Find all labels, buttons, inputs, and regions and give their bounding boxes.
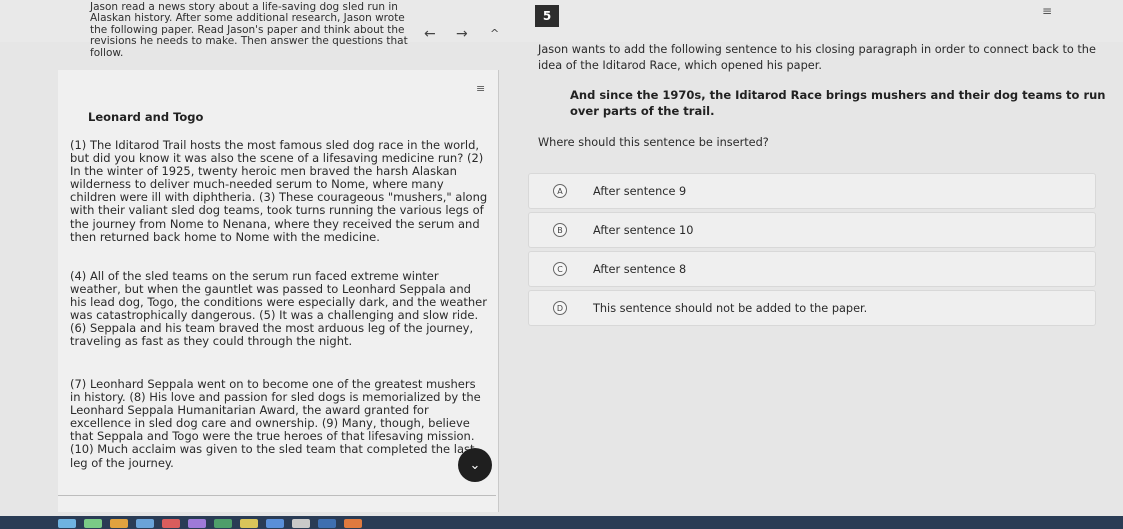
- app-icon[interactable]: [136, 519, 154, 528]
- option-letter-a: A: [553, 184, 567, 198]
- option-letter-d: D: [553, 301, 567, 315]
- answer-option-b[interactable]: B After sentence 10: [528, 212, 1096, 248]
- answer-option-c[interactable]: C After sentence 8: [528, 251, 1096, 287]
- app-icon[interactable]: [188, 519, 206, 528]
- option-text-d: This sentence should not be added to the…: [593, 301, 868, 315]
- passage-panel: ≡ Leonard and Togo (1) The Iditarod Trai…: [58, 70, 499, 512]
- option-text-c: After sentence 8: [593, 262, 687, 276]
- scroll-down-button[interactable]: ⌄: [458, 448, 492, 482]
- question-panel: Jason wants to add the following sentenc…: [520, 40, 1120, 352]
- app-icon[interactable]: [162, 519, 180, 528]
- app-icon[interactable]: [110, 519, 128, 528]
- forward-arrow-icon[interactable]: →: [456, 26, 468, 42]
- collapse-icon[interactable]: ^: [490, 27, 499, 40]
- app-icon[interactable]: [344, 519, 362, 528]
- taskbar-dock: [0, 516, 1123, 529]
- divider: [58, 495, 496, 496]
- app-icon[interactable]: [240, 519, 258, 528]
- passage-title: Leonard and Togo: [88, 110, 204, 124]
- passage-introduction: Jason read a news story about a life-sav…: [90, 1, 408, 59]
- test-screen: Jason read a news story about a life-sav…: [0, 0, 1123, 529]
- passage-paragraph-1: (1) The Iditarod Trail hosts the most fa…: [70, 138, 488, 244]
- app-icon[interactable]: [214, 519, 232, 528]
- option-text-b: After sentence 10: [593, 223, 694, 237]
- question-prompt: Jason wants to add the following sentenc…: [538, 43, 1096, 72]
- sentence-to-insert: And since the 1970s, the Iditarod Race b…: [570, 88, 1106, 118]
- back-arrow-icon[interactable]: ←: [424, 26, 436, 42]
- app-icon[interactable]: [292, 519, 310, 528]
- app-icon[interactable]: [84, 519, 102, 528]
- option-letter-c: C: [553, 262, 567, 276]
- top-bar: Jason read a news story about a life-sav…: [0, 0, 1123, 58]
- passage-paragraph-2: (4) All of the sled teams on the serum r…: [70, 269, 487, 349]
- menu-icon[interactable]: ≡: [1042, 4, 1052, 18]
- app-icon[interactable]: [318, 519, 336, 528]
- option-letter-b: B: [553, 223, 567, 237]
- option-text-a: After sentence 9: [593, 184, 687, 198]
- answer-option-a[interactable]: A After sentence 9: [528, 173, 1096, 209]
- question-ask: Where should this sentence be inserted?: [538, 136, 769, 149]
- expand-passage-icon[interactable]: ≡: [476, 82, 485, 95]
- passage-paragraph-3: (7) Leonhard Seppala went on to become o…: [70, 377, 481, 470]
- app-icon[interactable]: [266, 519, 284, 528]
- app-icon[interactable]: [58, 519, 76, 528]
- chevron-down-icon: ⌄: [469, 457, 481, 473]
- answer-option-d[interactable]: D This sentence should not be added to t…: [528, 290, 1096, 326]
- question-number-badge[interactable]: 5: [535, 5, 559, 27]
